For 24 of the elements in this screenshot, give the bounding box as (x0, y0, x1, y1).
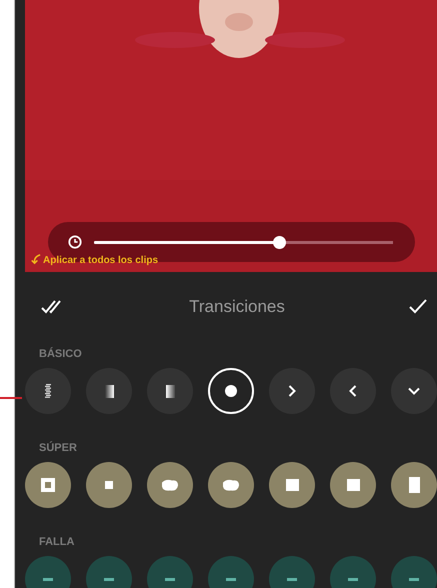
arrow-icon (29, 253, 42, 266)
panel-title: Transiciones (189, 297, 285, 317)
chevron-icon (408, 387, 420, 395)
transition-button[interactable] (391, 462, 437, 508)
dot-icon (225, 385, 237, 397)
slider-thumb[interactable] (273, 236, 286, 248)
transition-button[interactable] (147, 462, 193, 508)
transition-button[interactable] (147, 368, 193, 414)
transition-button[interactable] (208, 368, 254, 414)
annotation-text: Aplicar a todos los clips (43, 255, 158, 266)
clock-icon (68, 235, 82, 249)
transition-button[interactable] (269, 462, 315, 508)
chevron-icon (349, 385, 357, 397)
section-label: BÁSICO (38, 346, 83, 360)
leader-line (0, 397, 22, 399)
chevron-icon (288, 385, 296, 397)
transition-button[interactable] (86, 462, 132, 508)
section-label: SÚPER (38, 440, 78, 454)
transition-button[interactable] (330, 462, 376, 508)
check-icon[interactable] (409, 299, 427, 315)
transition-button[interactable] (208, 462, 254, 508)
transition-button[interactable] (86, 368, 132, 414)
section-label: FALLA (38, 535, 76, 548)
transition-button[interactable] (25, 462, 71, 508)
